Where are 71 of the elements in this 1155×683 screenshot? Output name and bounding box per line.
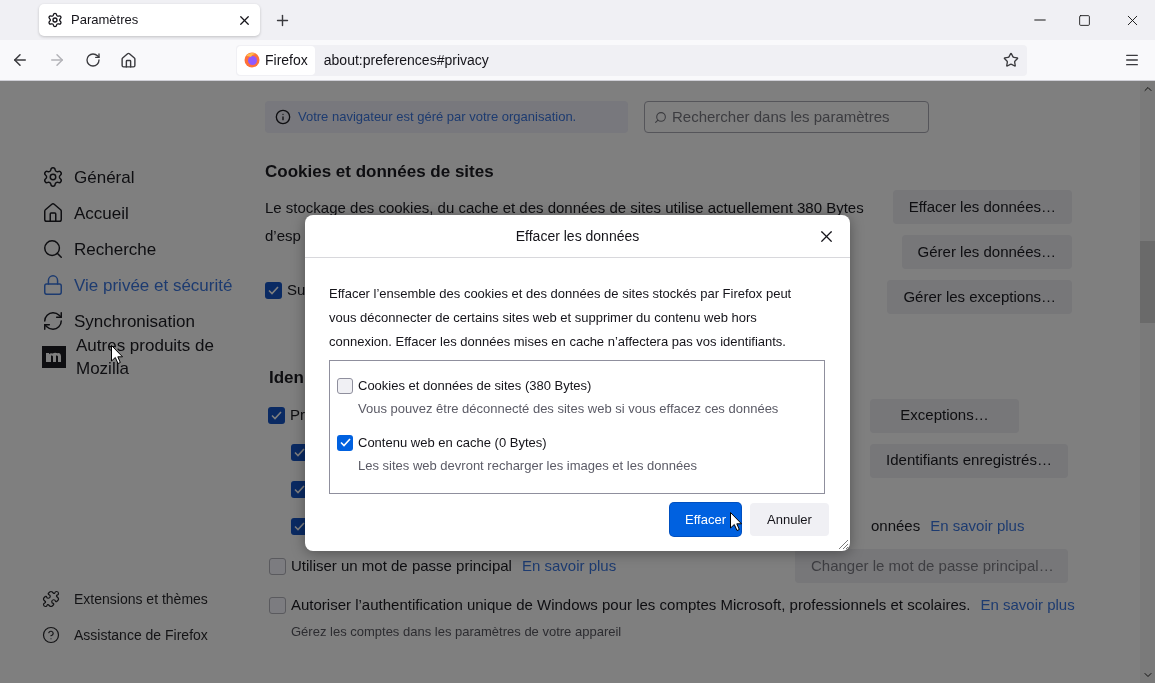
checkmark-icon [294, 448, 305, 457]
browser-logo-icon [244, 52, 260, 68]
home-icon[interactable] [120, 51, 137, 69]
option-hint: Vous pouvez être déconnecté des sites web si vous effacez ces données [358, 400, 779, 418]
search-icon [654, 110, 667, 124]
resize-grip-icon[interactable] [837, 538, 849, 550]
home-icon [42, 202, 64, 224]
checkmark-icon [268, 285, 279, 295]
storage-text: Le stockage des cookies, du cache et des données de sites utilise actuellement 380 Bytes [265, 198, 865, 218]
lock-icon [42, 274, 64, 296]
page-button[interactable]: Identifiants enregistrés… [870, 443, 1068, 478]
section-heading: Cookies et données de sites [265, 161, 495, 183]
checkbox-label: onnées [871, 516, 921, 537]
url-text: about:preferences#privacy [323, 50, 490, 70]
dialog-title: Effacer les données [515, 226, 640, 246]
checkmark-icon [339, 438, 351, 447]
checkbox-label: Su [287, 279, 306, 300]
page-button[interactable]: Effacer les données… [892, 190, 1072, 224]
sync-icon [42, 310, 64, 332]
learn-more-link[interactable]: En savoir plus [521, 554, 617, 578]
checkbox-label: Utiliser un mot de passe principal [291, 555, 512, 576]
learn-more-link[interactable]: En savoir plus [930, 515, 1025, 538]
sidebar-link[interactable]: Assistance de Firefox [42, 617, 250, 653]
confirm-button[interactable]: Effacer [670, 503, 741, 536]
menu-icon[interactable] [1124, 52, 1140, 68]
tab-title: Paramètres [71, 11, 140, 30]
checkmark-icon [271, 411, 282, 420]
search-icon [42, 238, 64, 260]
managed-banner: Votre navigateur est géré par votre organisation. [265, 101, 628, 133]
option-hint: Les sites web devront recharger les images et les données [358, 456, 697, 475]
checkbox-label: Pr [290, 405, 305, 426]
identity-label: Firefox [265, 50, 308, 70]
back-icon[interactable] [11, 51, 29, 69]
page-button[interactable]: Gérer les exceptions… [887, 280, 1072, 314]
reload-icon[interactable] [85, 52, 101, 68]
section-heading: Iden [269, 367, 304, 389]
gear-icon [42, 166, 64, 188]
sidebar-link[interactable]: Extensions et thèmes [42, 581, 250, 617]
checkbox[interactable] [265, 281, 282, 299]
search-input[interactable]: Rechercher dans les paramètres [672, 105, 919, 129]
learn-more-link[interactable]: En savoir plus [980, 593, 1075, 617]
browser-tab[interactable]: Paramètres [39, 4, 260, 36]
option-label: Cookies et données de sites (380 Bytes) [358, 377, 592, 396]
storage-text: d’esp [265, 226, 301, 246]
maximize-icon[interactable] [1078, 13, 1091, 27]
checkbox[interactable] [337, 378, 353, 394]
page-button[interactable]: Gérer les données… [901, 235, 1072, 269]
option-label: Contenu web en cache (0 Bytes) [358, 433, 547, 452]
checkbox[interactable] [337, 434, 353, 451]
mozilla-m-icon [42, 346, 66, 368]
checkbox-label: Autoriser l’authentification unique de Windows pour les comptes Microsoft, professionnels et scolaires. [291, 594, 971, 615]
identity-box[interactable]: Firefox [237, 45, 315, 75]
checkbox[interactable] [268, 407, 285, 424]
checkmark-icon [294, 522, 305, 531]
cancel-button[interactable]: Annuler [750, 503, 829, 536]
scrollbar[interactable] [1140, 81, 1155, 683]
dialog-description: Effacer l’ensemble des cookies et des données de sites stockés par Firefox peut vous déconnecter de certains sites web et supprimer du contenu web hors connexion. Effacer les données mises en cache n’affectera pas vos identifiants. [329, 285, 793, 351]
checkbox[interactable] [269, 596, 286, 614]
help-icon [42, 626, 60, 644]
page-button[interactable]: Exceptions… [870, 398, 1019, 433]
info-icon [275, 109, 291, 125]
checkmark-icon [294, 485, 305, 494]
puzzle-icon [42, 590, 60, 608]
cursor-icon [730, 512, 742, 531]
search-field[interactable]: Rechercher dans les paramètres [644, 101, 929, 133]
checkbox[interactable] [269, 557, 286, 575]
sidebar-item[interactable]: Autres produits de Mozilla [42, 333, 250, 381]
gear-icon [47, 12, 63, 28]
address-bar[interactable]: Firefox about:preferences#privacy [236, 44, 1027, 76]
hint-text: Gérez les comptes dans les paramètres de votre appareil [291, 623, 622, 641]
bookmark-star-icon[interactable] [1003, 52, 1019, 68]
